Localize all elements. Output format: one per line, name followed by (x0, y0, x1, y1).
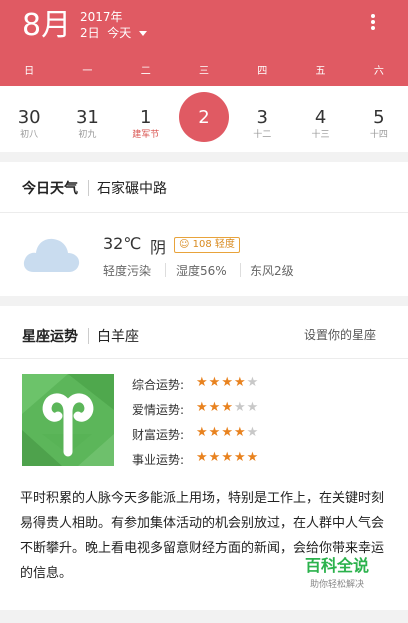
star-icon: ★ (233, 425, 247, 440)
temperature: 32℃ (103, 234, 142, 253)
lunar-date: 十二 (253, 130, 272, 140)
date-cell[interactable]: 1 建军节 (117, 86, 175, 152)
weather-location: 石家碾中路 (97, 181, 167, 197)
weekday-label: 三 (198, 66, 209, 77)
divider (240, 263, 241, 277)
date-number: 4 (314, 107, 327, 128)
date-cell[interactable]: 31 初九 (58, 86, 116, 152)
day-selector[interactable]: 2日 今天 (80, 26, 148, 40)
wind: 东风2级 (250, 264, 294, 278)
star-rating: ★★★★★ (196, 400, 259, 415)
divider (165, 263, 166, 277)
star-icon: ★ (196, 400, 209, 415)
date-number: 2 (198, 107, 210, 128)
aqi-badge: ☺ 108 轻度 (174, 237, 240, 253)
weekday-row: 日 一 二 三 四 五 六 (0, 62, 408, 80)
date-number: 31 (75, 107, 99, 128)
star-icon: ★ (233, 400, 247, 415)
weekday-label: 四 (257, 66, 268, 77)
love-fortune-label: 爱情运势: (132, 403, 185, 417)
date-number: 3 (256, 107, 268, 128)
star-icon: ★ (208, 450, 222, 465)
date-number: 5 (373, 107, 385, 128)
star-icon: ★ (208, 375, 222, 390)
lunar-date: 初九 (78, 130, 97, 140)
overall-fortune-label: 综合运势: (132, 378, 185, 392)
title-divider (88, 180, 89, 196)
star-icon: ★ (246, 425, 260, 440)
zodiac-sign-name: 白羊座 (97, 329, 139, 345)
star-icon: ★ (208, 400, 222, 415)
weekday-label: 二 (140, 66, 151, 77)
wealth-fortune-label: 财富运势: (132, 428, 185, 442)
watermark-logo: 百科全说 助你轻松解决 (282, 554, 392, 598)
date-number: 30 (17, 107, 41, 128)
star-icon: ★ (221, 400, 234, 415)
month-title: 8月 (22, 8, 72, 43)
weather-condition: 阴 (150, 238, 167, 257)
weekday-label: 五 (315, 66, 326, 77)
star-icon: ★ (196, 450, 209, 465)
aries-icon (22, 374, 114, 466)
star-icon: ★ (208, 425, 222, 440)
year-label: 2017年 (80, 10, 123, 24)
weather-title: 今日天气 (22, 181, 78, 197)
date-cell[interactable]: 5 十四 (350, 86, 408, 152)
star-rating: ★★★★★ (196, 425, 259, 440)
weather-card[interactable]: 今日天气 石家碾中路 32℃ 阴 ☺ 108 轻度 轻度污染 湿度56% 东风2… (0, 162, 408, 296)
star-icon: ★ (196, 425, 209, 440)
lunar-date: 初八 (20, 130, 39, 140)
watermark-title: 百科全说 (304, 556, 369, 575)
today-label: 今天 (107, 26, 132, 40)
star-icon: ★ (246, 400, 260, 415)
star-rating: ★★★★★ (196, 450, 259, 465)
humidity: 湿度56% (176, 264, 227, 278)
star-icon: ★ (246, 450, 260, 465)
title-divider (88, 328, 89, 344)
date-number: 1 (139, 107, 152, 128)
star-icon: ★ (221, 450, 234, 465)
lunar-date: 十四 (369, 130, 388, 140)
chevron-down-icon (139, 31, 148, 36)
weekday-label: 六 (373, 66, 384, 77)
star-icon: ★ (233, 375, 247, 390)
week-date-strip: 30 初八 31 初九 1 建军节 2 3 十二 4 十三 5 十四 (0, 86, 408, 152)
date-cell[interactable]: 30 初八 (0, 86, 58, 152)
date-cell[interactable]: 3 十二 (233, 86, 291, 152)
star-rating: ★★★★★ (196, 375, 259, 390)
lunar-date: 十三 (311, 130, 330, 140)
cloud-icon (23, 238, 80, 272)
divider (0, 358, 408, 359)
date-cell[interactable]: 4 十三 (291, 86, 349, 152)
star-icon: ★ (233, 450, 247, 465)
watermark-subtitle: 助你轻松解决 (309, 580, 364, 590)
weekday-label: 日 (24, 66, 35, 77)
divider (0, 212, 408, 213)
pollution-level: 轻度污染 (103, 264, 152, 278)
day-label: 2日 (80, 26, 100, 40)
horoscope-title: 星座运势 (22, 329, 78, 345)
set-zodiac-link[interactable]: 设置你的星座 (304, 326, 376, 343)
date-cell-selected[interactable]: 2 (175, 86, 233, 152)
star-icon: ★ (221, 375, 234, 390)
mask-icon: ☺ (179, 239, 190, 250)
star-icon: ★ (221, 425, 234, 440)
holiday-label: 建军节 (132, 130, 160, 140)
more-vertical-icon[interactable] (366, 12, 380, 36)
weekday-label: 一 (82, 66, 93, 77)
star-icon: ★ (246, 375, 260, 390)
career-fortune-label: 事业运势: (132, 453, 185, 467)
calendar-header: 8月 2017年 2日 今天 日 一 二 三 四 五 六 (0, 0, 408, 86)
star-icon: ★ (196, 375, 209, 390)
